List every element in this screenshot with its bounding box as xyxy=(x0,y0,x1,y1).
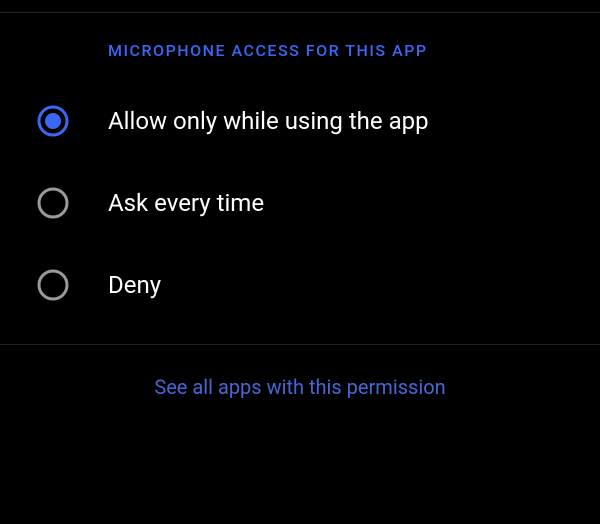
radio-option-allow-while-using[interactable]: Allow only while using the app xyxy=(0,80,600,162)
radio-label: Ask every time xyxy=(108,189,264,217)
permission-radio-group: Allow only while using the app Ask every… xyxy=(0,70,600,326)
radio-label: Allow only while using the app xyxy=(108,107,429,135)
radio-option-ask-every-time[interactable]: Ask every time xyxy=(0,162,600,244)
radio-label: Deny xyxy=(108,271,161,299)
section-header: MICROPHONE ACCESS FOR THIS APP xyxy=(0,13,600,70)
radio-option-deny[interactable]: Deny xyxy=(0,244,600,326)
see-all-apps-link[interactable]: See all apps with this permission xyxy=(0,345,600,429)
radio-unselected-icon xyxy=(36,268,70,302)
radio-unselected-icon xyxy=(36,186,70,220)
radio-selected-icon xyxy=(36,104,70,138)
